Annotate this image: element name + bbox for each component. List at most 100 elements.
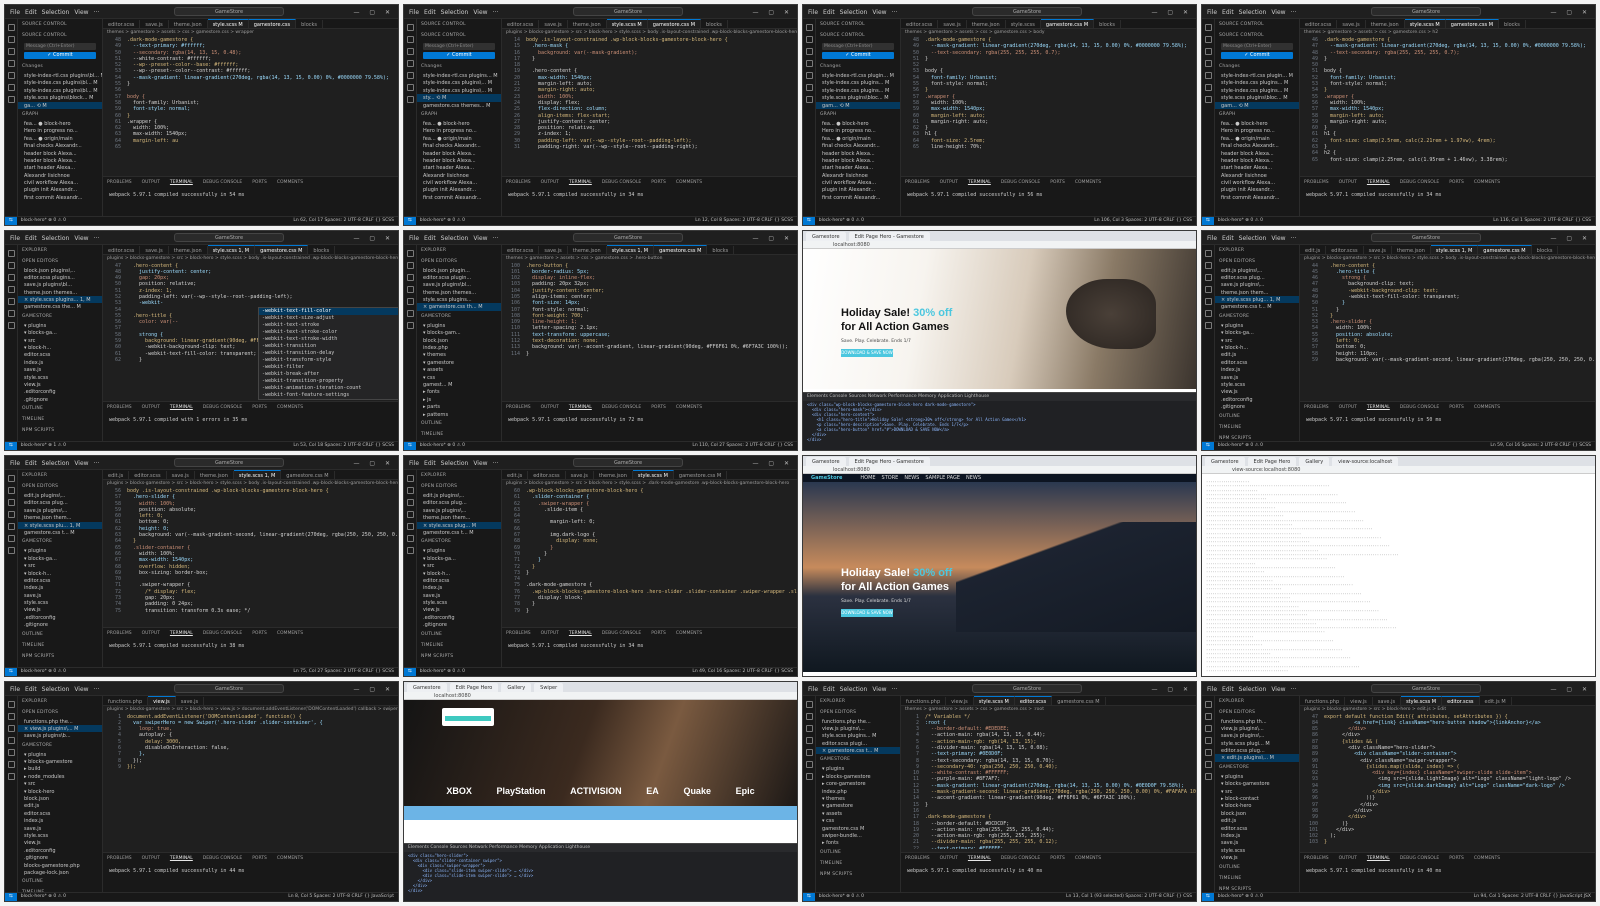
editor-tab[interactable]: style.scss 1, M bbox=[606, 244, 655, 254]
account-icon[interactable] bbox=[806, 760, 813, 768]
sidebar-item[interactable]: fea... ● block-hero bbox=[1215, 120, 1299, 127]
editor-tab[interactable]: theme.json bbox=[568, 20, 607, 28]
editor-tab[interactable]: style.scss M bbox=[1401, 695, 1443, 705]
sidebar-item[interactable]: Alexandr lisichnoe bbox=[1215, 172, 1299, 179]
menu-item[interactable]: File bbox=[1207, 686, 1217, 693]
editor-tab[interactable]: edit.js bbox=[103, 471, 130, 479]
panel-tab[interactable]: TERMINAL bbox=[569, 180, 592, 185]
sidebar-item[interactable]: × edit.js plugins\... M bbox=[1215, 754, 1299, 762]
panel-tab[interactable]: DEBUG CONSOLE bbox=[1400, 856, 1439, 861]
sidebar-item[interactable]: theme.json them... bbox=[417, 514, 501, 521]
suggestion-item[interactable]: -webkit-text-stroke bbox=[259, 322, 398, 329]
status-branch[interactable]: block-hero* ⊗ 1 ⚠ 0 bbox=[21, 443, 66, 448]
sidebar-item[interactable]: civil workflow Alexa... bbox=[816, 179, 900, 186]
sidebar-item[interactable]: style.scss bbox=[18, 599, 102, 606]
menu-item[interactable]: ··· bbox=[1291, 9, 1297, 16]
panel-tab[interactable]: COMMENTS bbox=[1474, 405, 1500, 410]
menu-item[interactable]: Edit bbox=[1222, 9, 1234, 16]
sidebar-item[interactable]: save.js bbox=[1215, 374, 1299, 381]
editor-tab[interactable]: save.js bbox=[539, 245, 568, 254]
sidebar-item[interactable]: ▸ blocks-gamestore bbox=[816, 773, 900, 780]
sidebar-section-header[interactable]: OPEN EDITORS bbox=[417, 481, 501, 492]
search-icon[interactable] bbox=[806, 712, 813, 720]
panel-tab[interactable]: DEBUG CONSOLE bbox=[203, 180, 242, 185]
sidebar-item[interactable]: edit.js plugins\... bbox=[18, 492, 102, 499]
window-controls[interactable]: — ▢ ✕ bbox=[353, 460, 394, 467]
panel-tab[interactable]: TERMINAL bbox=[968, 180, 991, 185]
status-position[interactable]: Ln 59, Col 16 Spaces: 2 UTF-8 CRLF {} SC… bbox=[1490, 442, 1591, 450]
devtools-panel[interactable]: Elements Console Sources Network Perform… bbox=[404, 843, 797, 901]
sidebar-section-header[interactable]: EXPLORER bbox=[417, 245, 501, 256]
window-title-search[interactable]: GameStore bbox=[572, 458, 684, 467]
status-position[interactable]: Ln 12, Col 8 Spaces: 2 UTF-8 CRLF {} SCS… bbox=[695, 217, 793, 225]
sidebar-item[interactable]: .editorconfig bbox=[18, 614, 102, 621]
panel-tab[interactable]: PORTS bbox=[1050, 180, 1065, 185]
menu-item[interactable]: Edit bbox=[25, 235, 37, 242]
source-control-icon[interactable] bbox=[1205, 724, 1212, 732]
suggestion-item[interactable]: -webkit-break-after bbox=[259, 371, 398, 378]
panel-tab[interactable]: PORTS bbox=[252, 631, 267, 636]
search-icon[interactable] bbox=[8, 261, 15, 269]
editor-tab[interactable]: theme.json bbox=[568, 245, 607, 254]
breadcrumb[interactable]: plugins > blocks-gamestore > src > block… bbox=[1300, 255, 1595, 262]
sidebar-item[interactable]: functions.php the... bbox=[18, 718, 102, 725]
sidebar-item[interactable]: index.js bbox=[1215, 366, 1299, 373]
search-icon[interactable] bbox=[8, 712, 15, 720]
sidebar-item[interactable]: theme.json themes... bbox=[18, 289, 102, 296]
gear-icon[interactable] bbox=[1205, 321, 1212, 329]
menu-item[interactable]: Selection bbox=[1239, 9, 1267, 16]
sidebar-item[interactable]: gam... ⟲ M bbox=[1215, 101, 1299, 109]
source-control-icon[interactable] bbox=[8, 273, 15, 281]
sidebar-item[interactable]: header block Alexa... bbox=[417, 157, 501, 164]
remote-indicator[interactable]: ⇆ bbox=[5, 442, 17, 450]
code-editor[interactable]: 56 body .is-layout-constrained .wp-block-… bbox=[103, 487, 398, 623]
sidebar-item[interactable]: functions.php th... bbox=[1215, 718, 1299, 725]
files-icon[interactable] bbox=[806, 700, 813, 708]
menu-item[interactable]: View bbox=[74, 686, 88, 693]
editor-tab[interactable]: save.js bbox=[566, 471, 594, 479]
sidebar-item[interactable]: .editorconfig bbox=[18, 847, 102, 854]
editor-tab[interactable]: editor.scss bbox=[1014, 695, 1053, 705]
panel-tab[interactable]: TERMINAL bbox=[569, 631, 592, 636]
sidebar-section-header[interactable]: EXPLORER bbox=[1215, 245, 1299, 256]
editor-tab[interactable]: theme.json bbox=[1392, 245, 1431, 254]
sidebar-item[interactable]: final checks Alexandr... bbox=[816, 142, 900, 149]
run-debug-icon[interactable] bbox=[1205, 736, 1212, 744]
run-debug-icon[interactable] bbox=[8, 736, 15, 744]
remote-indicator[interactable]: ⇆ bbox=[803, 216, 815, 225]
panel-tab[interactable]: DEBUG CONSOLE bbox=[602, 405, 641, 410]
status-position[interactable]: Ln 94, Col 1 Spaces: 2 UTF-8 CRLF {} Jav… bbox=[1474, 893, 1591, 901]
sidebar-item[interactable]: ga... ⟲ M bbox=[18, 101, 102, 109]
editor-tab[interactable]: blocks bbox=[308, 245, 336, 254]
terminal-output[interactable]: webpack 5.97.1 compiled successfully in … bbox=[1300, 413, 1595, 427]
devtools-elements[interactable]: <div class="wp-block-blocks-gamestore-bl… bbox=[803, 401, 1196, 443]
sidebar-item[interactable]: .gitignore bbox=[18, 621, 102, 628]
source-control-icon[interactable] bbox=[8, 499, 15, 506]
editor-tab[interactable]: blocks bbox=[707, 245, 735, 254]
source-control-icon[interactable] bbox=[407, 499, 414, 506]
sidebar-section-header[interactable]: OPEN EDITORS bbox=[18, 707, 102, 718]
panel-tab[interactable]: PROBLEMS bbox=[107, 405, 132, 410]
extensions-icon[interactable] bbox=[8, 297, 15, 305]
sidebar-item[interactable]: plugin init Alexandr... bbox=[417, 186, 501, 193]
sidebar-item[interactable]: save.js plugins\... bbox=[417, 507, 501, 514]
suggestion-item[interactable]: -webkit-text-fill-color bbox=[259, 307, 398, 315]
sidebar-item[interactable]: editor.scss plug... bbox=[1215, 747, 1299, 754]
status-position[interactable]: Ln 75, Col 27 Spaces: 2 UTF-8 CRLF {} SC… bbox=[293, 668, 394, 676]
editor-tab[interactable]: editor.scss bbox=[103, 245, 141, 254]
menu-item[interactable]: View bbox=[1271, 235, 1285, 242]
sidebar-section-header[interactable]: OUTLINE bbox=[816, 847, 900, 858]
sidebar-item[interactable]: Alexandr lisichnoe bbox=[417, 172, 501, 179]
menu-item[interactable]: Edit bbox=[25, 686, 37, 693]
remote-indicator[interactable]: ⇆ bbox=[1202, 442, 1214, 450]
gear-icon[interactable] bbox=[1205, 772, 1212, 780]
sidebar-item[interactable]: view.js bbox=[18, 606, 102, 613]
sidebar-item[interactable]: save.js bbox=[18, 825, 102, 832]
sidebar-item[interactable]: ▾ themes bbox=[816, 795, 900, 802]
sidebar-section-header[interactable]: OUTLINE bbox=[1215, 411, 1299, 422]
menu-item[interactable]: View bbox=[473, 460, 487, 467]
commit-button[interactable]: ✓ Commit bbox=[1221, 52, 1293, 59]
breadcrumb[interactable]: plugins > blocks-gamestore > src > block… bbox=[103, 706, 398, 713]
editor-tab[interactable]: editor.scss bbox=[129, 471, 167, 479]
editor-tab[interactable]: functions.php bbox=[1300, 696, 1346, 705]
